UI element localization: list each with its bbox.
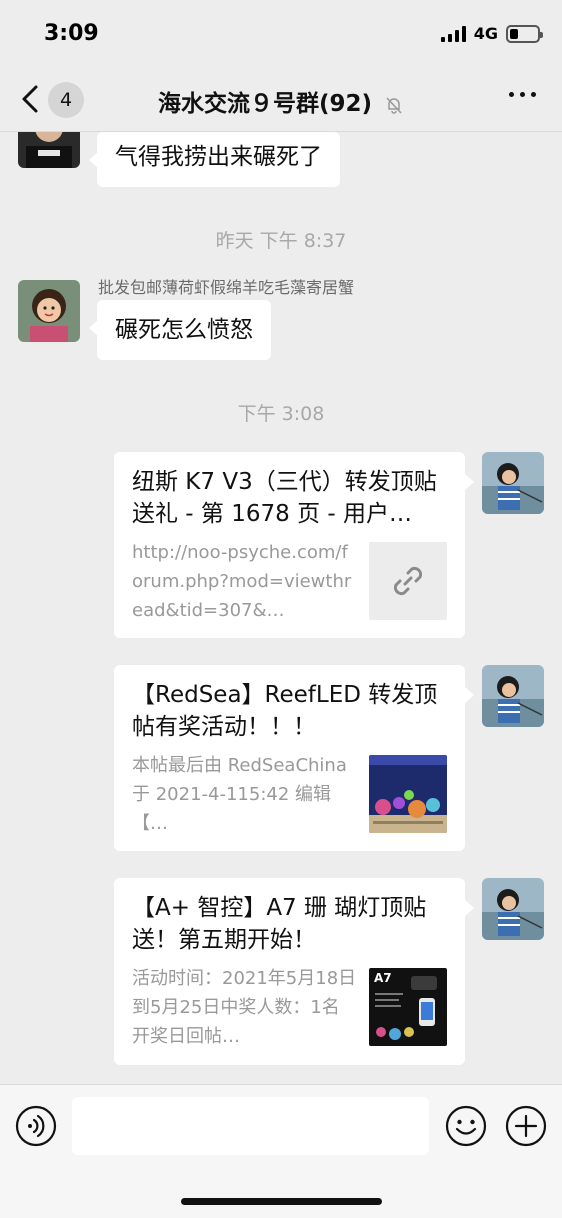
avatar[interactable] bbox=[18, 132, 80, 168]
chat-message-list[interactable]: 气得我捞出来碾死了 昨天 下午 8:37 批发包邮薄荷虾假绵羊吃毛藻寄居蟹 碾死… bbox=[0, 132, 562, 1084]
message-bubble[interactable]: 气得我捞出来碾死了 bbox=[89, 132, 340, 187]
message-bubble[interactable]: 碾死怎么愤怒 bbox=[89, 300, 271, 360]
link-card[interactable]: 【A+ 智控】A7 珊 瑚灯顶贴送！第五期开始！ 活动时间：2021年5月18日… bbox=[114, 878, 474, 1065]
link-card-description: 本帖最后由 RedSeaChina 于 2021-4-115:42 编辑【… bbox=[132, 755, 347, 834]
link-card[interactable]: 【RedSea】ReefLED 转发顶帖有奖活动！！！ 本帖最后由 RedSea… bbox=[114, 665, 474, 851]
link-icon bbox=[369, 542, 447, 620]
link-card-description: 活动时间：2021年5月18日到5月25日中奖人数：1名开奖日回帖… bbox=[132, 968, 357, 1047]
chat-title-text: 海水交流９号群(92) bbox=[157, 91, 372, 117]
chat-title: 海水交流９号群(92) bbox=[0, 84, 562, 118]
more-options-icon[interactable] bbox=[509, 92, 536, 97]
status-bar: 3:09 4G bbox=[0, 0, 562, 66]
nav-bar: 4 海水交流９号群(92) bbox=[0, 66, 562, 132]
voice-input-icon[interactable] bbox=[15, 1105, 57, 1147]
avatar[interactable] bbox=[18, 280, 80, 342]
sender-name: 批发包邮薄荷虾假绵羊吃毛藻寄居蟹 bbox=[98, 278, 355, 297]
message-text: 碾死怎么愤怒 bbox=[115, 317, 253, 343]
message-text: 气得我捞出来碾死了 bbox=[115, 144, 322, 170]
link-card-title: 【RedSea】ReefLED 转发顶帖有奖活动！！！ bbox=[132, 682, 438, 740]
status-indicators: 4G bbox=[440, 24, 543, 43]
status-time: 3:09 bbox=[44, 21, 99, 46]
avatar-self[interactable] bbox=[482, 665, 544, 727]
battery-icon bbox=[506, 24, 543, 43]
avatar-self[interactable] bbox=[482, 878, 544, 940]
link-card-title: 【A+ 智控】A7 珊 瑚灯顶贴送！第五期开始！ bbox=[132, 895, 427, 953]
emoji-icon[interactable] bbox=[445, 1105, 487, 1147]
link-card[interactable]: 纽斯 K7 V3（三代）转发顶贴送礼 - 第 1678 页 - 用户… http… bbox=[114, 452, 474, 638]
timestamp: 昨天 下午 8:37 bbox=[215, 230, 347, 252]
mute-bell-icon bbox=[386, 96, 402, 114]
avatar-self[interactable] bbox=[482, 452, 544, 514]
link-card-description: http://noo-psyche.com/forum.php?mod=view… bbox=[132, 542, 352, 621]
home-indicator[interactable] bbox=[181, 1198, 382, 1205]
network-type: 4G bbox=[473, 24, 498, 43]
aquarium-photo bbox=[369, 755, 447, 833]
message-input[interactable] bbox=[72, 1097, 429, 1155]
a7-product-photo: A7 bbox=[369, 968, 447, 1046]
link-card-title: 纽斯 K7 V3（三代）转发顶贴送礼 - 第 1678 页 - 用户… bbox=[132, 469, 437, 527]
timestamp: 下午 3:08 bbox=[237, 403, 325, 425]
plus-icon[interactable] bbox=[505, 1105, 547, 1147]
signal-icon bbox=[440, 25, 466, 42]
